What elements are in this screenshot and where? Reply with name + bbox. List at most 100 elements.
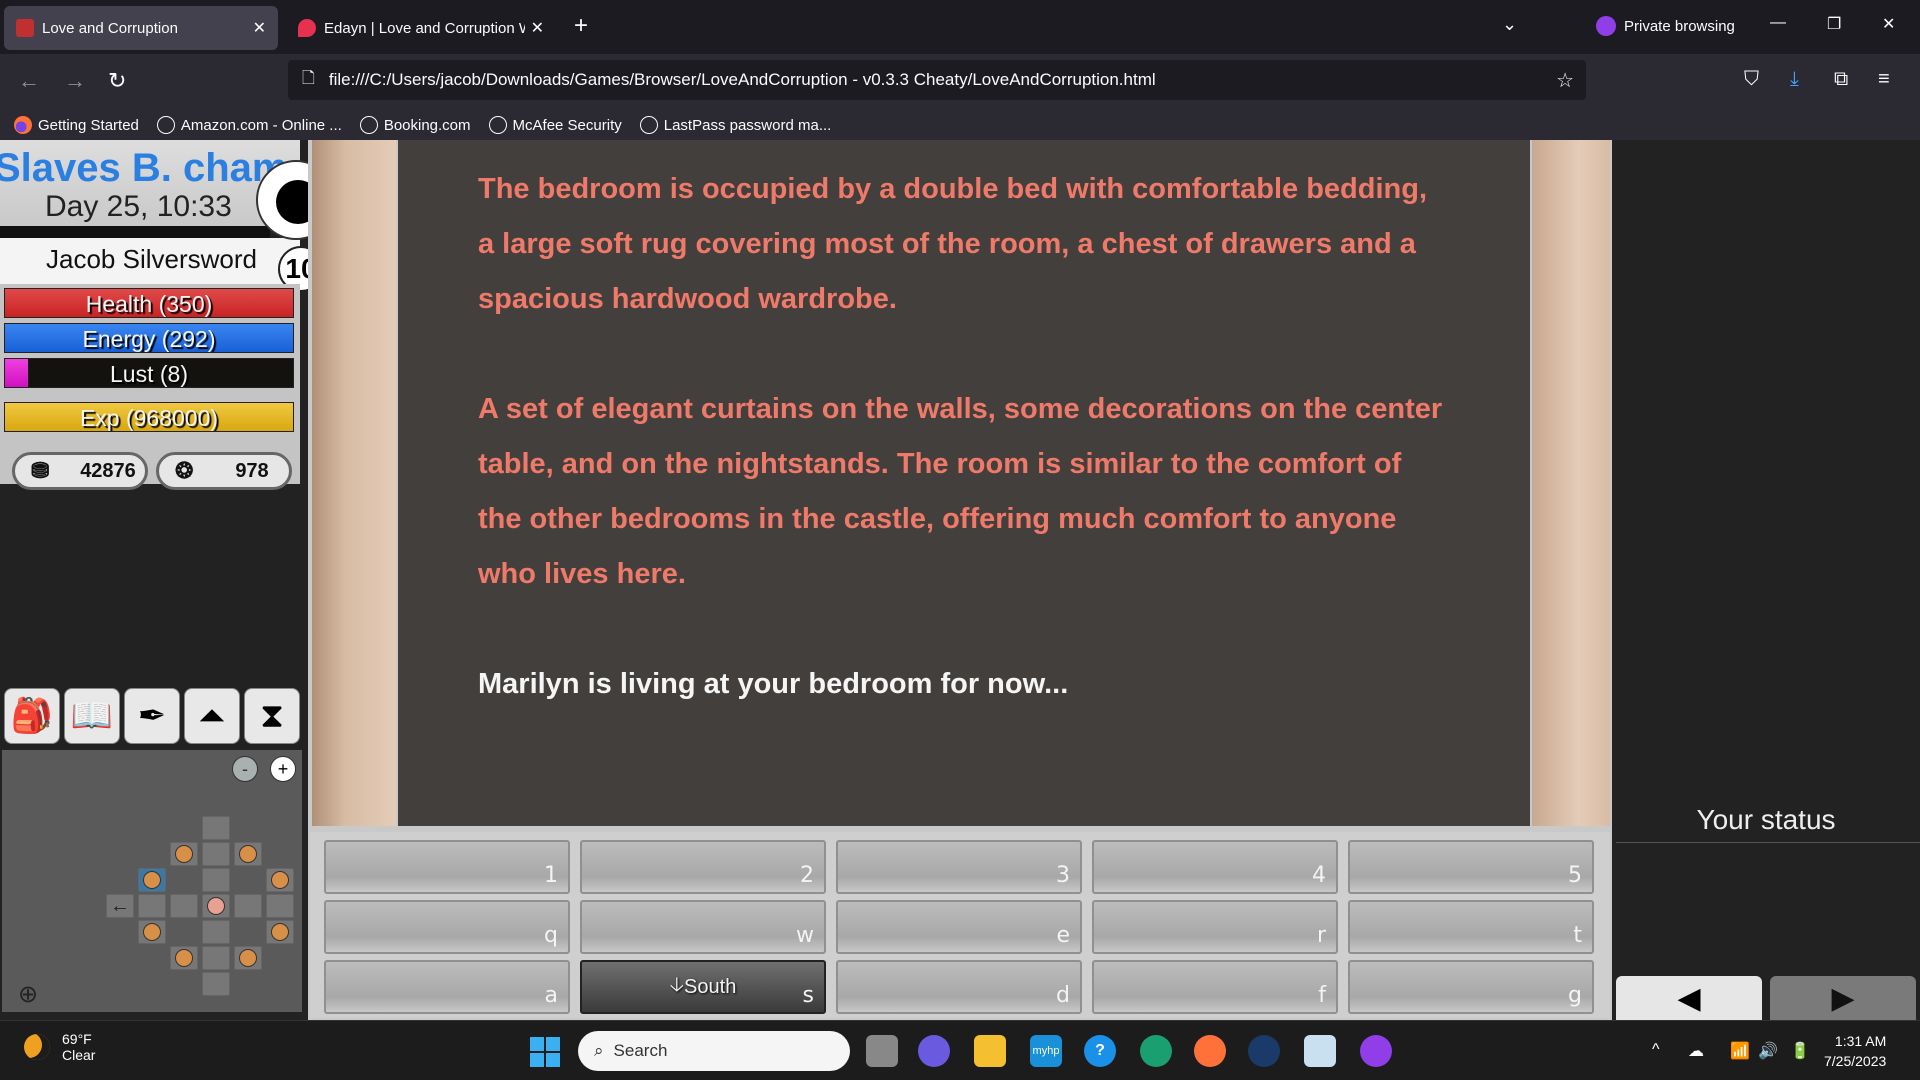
bookmark-amazon[interactable]: Amazon.com - Online ... xyxy=(156,116,342,134)
map-room[interactable] xyxy=(266,894,294,918)
choice-button-r[interactable]: r xyxy=(1092,900,1338,954)
choice-button-w[interactable]: w xyxy=(580,900,826,954)
windows-start-button[interactable] xyxy=(530,1037,560,1067)
onedrive-cloud-icon[interactable]: ☁ xyxy=(1688,1041,1704,1061)
map-room-bedroom[interactable] xyxy=(170,842,198,866)
close-tab-icon[interactable]: ✕ xyxy=(253,18,266,38)
choice-button-5[interactable]: 5 xyxy=(1348,840,1594,894)
myhp-icon[interactable]: myhp xyxy=(1030,1035,1062,1067)
back-arrow-icon[interactable]: ← xyxy=(18,68,40,94)
forward-arrow-icon[interactable]: → xyxy=(64,68,86,94)
map-room-bedroom[interactable] xyxy=(234,842,262,866)
taskbar-search[interactable]: ⌕ Search xyxy=(578,1031,850,1071)
map-room[interactable] xyxy=(138,894,166,918)
minimap-zoom-out-button[interactable]: - xyxy=(232,756,258,782)
choice-button-3[interactable]: 3 xyxy=(836,840,1082,894)
hotkey-label: f xyxy=(1318,983,1326,1008)
map-room-bedroom[interactable] xyxy=(266,868,294,892)
inventory-backpack-button[interactable]: 🎒 xyxy=(4,688,60,744)
map-room[interactable] xyxy=(202,842,230,866)
gold-value: 42876 xyxy=(80,459,136,482)
wifi-icon[interactable]: 📶 xyxy=(1730,1041,1750,1061)
pocket-icon[interactable]: ⛉ xyxy=(1744,68,1759,91)
choice-button-south[interactable]: 🡣 South s xyxy=(580,960,826,1014)
extensions-icon[interactable]: ⧉ xyxy=(1834,68,1848,91)
choice-button-1[interactable]: 1 xyxy=(324,840,570,894)
map-room-bedroom[interactable] xyxy=(266,920,294,944)
map-room[interactable] xyxy=(202,920,230,944)
bookmark-mcafee[interactable]: McAfee Security xyxy=(488,116,622,134)
choice-button-d[interactable]: d xyxy=(836,960,1082,1014)
minimap-zoom-in-button[interactable]: + xyxy=(270,756,296,782)
close-tab-icon[interactable]: ✕ xyxy=(531,18,544,38)
status-prev-button[interactable]: ◀ xyxy=(1616,976,1762,1020)
map-room-bedroom[interactable] xyxy=(234,946,262,970)
help-icon[interactable]: ? xyxy=(1084,1035,1116,1067)
map-room-bedroom[interactable] xyxy=(170,946,198,970)
map-room[interactable] xyxy=(202,816,230,840)
close-window-icon[interactable]: ✕ xyxy=(1882,14,1895,34)
minimize-icon[interactable]: — xyxy=(1770,14,1786,32)
hotkey-label: 2 xyxy=(800,863,814,888)
map-room[interactable] xyxy=(170,894,198,918)
volume-icon[interactable]: 🔊 xyxy=(1758,1041,1778,1061)
reload-icon[interactable]: ↻ xyxy=(108,68,126,94)
new-tab-button[interactable]: + xyxy=(574,12,588,40)
magnifier-zoom-icon[interactable]: ⊕ xyxy=(18,980,38,1009)
choice-label: 🡣 South xyxy=(582,962,824,1012)
bookmark-lastpass[interactable]: LastPass password ma... xyxy=(639,116,831,134)
choice-grid: 1 2 3 4 5 q w e r t a 🡣 South s d f g xyxy=(310,832,1610,1018)
teams-chat-icon[interactable] xyxy=(918,1035,950,1067)
map-room-bedroom[interactable] xyxy=(138,920,166,944)
clock-time: 1:31 AM xyxy=(1834,1033,1887,1049)
battery-icon[interactable]: 🔋 xyxy=(1790,1041,1810,1061)
quill-write-button[interactable]: ✒ xyxy=(124,688,180,744)
firefox-icon xyxy=(14,116,32,134)
show-hidden-icons-chevron-icon[interactable]: ^ xyxy=(1652,1041,1660,1059)
energy-label: Energy (292) xyxy=(82,326,216,352)
choice-button-g[interactable]: g xyxy=(1348,960,1594,1014)
list-all-tabs-chevron-icon[interactable]: ⌄ xyxy=(1502,14,1517,35)
level-up-button[interactable]: ⏶ xyxy=(184,688,240,744)
monitor-app-icon[interactable] xyxy=(1304,1035,1336,1067)
choice-button-a[interactable]: a xyxy=(324,960,570,1014)
minimap[interactable]: - + ← ⊕ xyxy=(2,750,302,1012)
map-exit-west[interactable]: ← xyxy=(106,894,134,918)
firefox-private-icon[interactable] xyxy=(1360,1035,1392,1067)
bookmark-booking[interactable]: Booking.com xyxy=(359,116,471,134)
bookmark-getting-started[interactable]: Getting Started xyxy=(14,116,139,134)
map-room[interactable] xyxy=(234,894,262,918)
wait-hourglass-button[interactable]: ⧗ xyxy=(244,688,300,744)
taskbar-clock[interactable]: 1:31 AM 7/25/2023 xyxy=(1824,1031,1886,1071)
choice-button-e[interactable]: e xyxy=(836,900,1082,954)
steam-icon[interactable] xyxy=(1248,1035,1280,1067)
menu-hamburger-icon[interactable]: ≡ xyxy=(1878,68,1890,91)
firefox-taskbar-icon[interactable] xyxy=(1194,1035,1226,1067)
tab-edayn-wiki[interactable]: Edayn | Love and Corruption Wi ✕ xyxy=(286,6,556,50)
choice-button-4[interactable]: 4 xyxy=(1092,840,1338,894)
status-next-button[interactable]: ▶ xyxy=(1770,976,1916,1020)
choice-button-f[interactable]: f xyxy=(1092,960,1338,1014)
task-view-icon[interactable] xyxy=(866,1035,898,1067)
choice-button-t[interactable]: t xyxy=(1348,900,1594,954)
lust-bar: Lust (8) xyxy=(4,358,294,388)
hotkey-label: r xyxy=(1316,923,1326,948)
map-room-bedroom-highlighted[interactable] xyxy=(138,868,166,892)
downloads-icon[interactable]: ⤓ xyxy=(1790,68,1799,91)
map-room[interactable] xyxy=(202,946,230,970)
address-bar[interactable]: 🗋 file:///C:/Users/jacob/Downloads/Games… xyxy=(288,60,1586,100)
weather-widget[interactable]: 69°F Clear xyxy=(24,1031,95,1063)
map-room-current[interactable] xyxy=(202,894,230,918)
bed-icon xyxy=(239,845,257,863)
edge-icon[interactable] xyxy=(1140,1035,1172,1067)
choice-button-2[interactable]: 2 xyxy=(580,840,826,894)
map-room[interactable] xyxy=(202,972,230,996)
arrow-left-icon: ← xyxy=(110,894,130,917)
map-room[interactable] xyxy=(202,868,230,892)
journal-book-button[interactable]: 📖 xyxy=(64,688,120,744)
bookmark-star-icon[interactable]: ☆ xyxy=(1556,68,1574,93)
file-explorer-icon[interactable] xyxy=(974,1035,1006,1067)
choice-button-q[interactable]: q xyxy=(324,900,570,954)
restore-icon[interactable]: ❐ xyxy=(1827,14,1841,34)
tab-love-and-corruption[interactable]: Love and Corruption ✕ xyxy=(4,6,278,50)
